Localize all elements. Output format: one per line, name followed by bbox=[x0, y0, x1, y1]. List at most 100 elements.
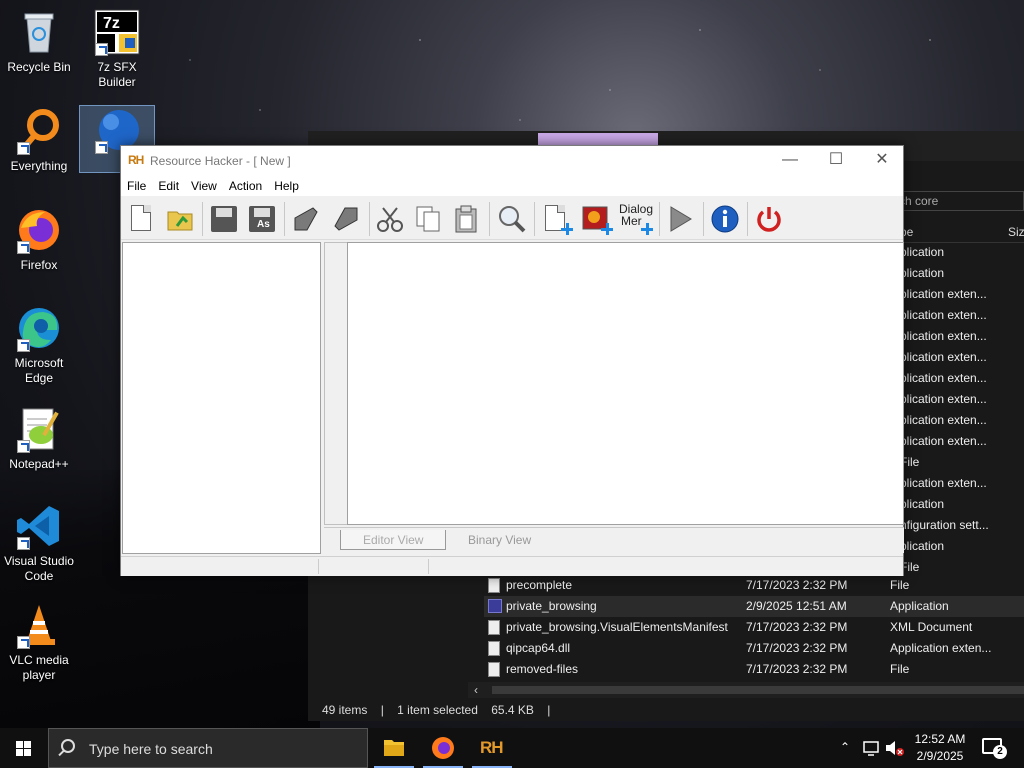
open-folder-icon bbox=[167, 211, 193, 231]
shortcut-arrow-icon bbox=[17, 537, 30, 550]
copy-button[interactable] bbox=[413, 204, 443, 234]
explorer-search-box[interactable]: rch core bbox=[888, 191, 1024, 211]
toolbar-separator bbox=[202, 202, 203, 236]
menu-help[interactable]: Help bbox=[268, 176, 305, 193]
close-button[interactable]: ✕ bbox=[859, 146, 905, 176]
resource-tree-panel[interactable] bbox=[122, 242, 321, 554]
status-segment bbox=[319, 559, 429, 574]
editor-area[interactable] bbox=[347, 242, 904, 525]
paste-button[interactable] bbox=[451, 204, 481, 234]
toolbar: As Dialog Mer bbox=[121, 196, 903, 240]
minimize-button[interactable]: — bbox=[767, 146, 813, 176]
table-row[interactable]: qipcap64.dll 7/17/2023 2:32 PM Applicati… bbox=[484, 638, 1024, 659]
shortcut-arrow-icon bbox=[17, 339, 30, 352]
chevron-left-icon[interactable]: ‹ bbox=[474, 683, 478, 697]
save-as-button[interactable]: As bbox=[247, 204, 277, 234]
table-row[interactable]: precomplete 7/17/2023 2:32 PM File bbox=[484, 575, 1024, 596]
desktop-icon-label: Microsoft Edge bbox=[14, 356, 64, 385]
tab-binary-view[interactable]: Binary View bbox=[446, 530, 553, 550]
plus-icon bbox=[601, 223, 613, 235]
forward-button[interactable] bbox=[331, 204, 361, 234]
desktop-icon-firefox[interactable]: Firefox bbox=[1, 206, 77, 273]
network-icon bbox=[863, 741, 879, 756]
dialog-merger-label-2: Mer bbox=[621, 214, 642, 228]
column-header-size[interactable]: Siz bbox=[1008, 225, 1024, 239]
toolbar-separator bbox=[534, 202, 535, 236]
volume-tray-icon[interactable] bbox=[883, 728, 905, 768]
type-cell: plication exten... bbox=[900, 350, 987, 364]
explorer-status-bar: 49 items | 1 item selected 65.4 KB | bbox=[308, 699, 1024, 721]
taskbar-file-explorer[interactable] bbox=[370, 728, 418, 768]
menu-action[interactable]: Action bbox=[223, 176, 268, 193]
scissors-icon bbox=[377, 207, 403, 232]
xml-file-icon bbox=[488, 620, 500, 635]
desktop-icon-label: Visual Studio Code bbox=[4, 554, 74, 583]
shortcut-arrow-icon bbox=[95, 43, 108, 56]
taskbar-resource-hacker[interactable]: RH bbox=[468, 728, 516, 768]
type-cell: plication bbox=[900, 266, 945, 280]
menu-file[interactable]: File bbox=[121, 176, 152, 193]
start-button[interactable] bbox=[0, 728, 48, 768]
new-button[interactable] bbox=[127, 204, 157, 234]
dll-file-icon bbox=[488, 641, 500, 656]
desktop-icon-label: 7z SFX Builder bbox=[97, 60, 137, 89]
type-cell: plication exten... bbox=[900, 392, 987, 406]
about-button[interactable] bbox=[710, 204, 740, 234]
add-image-button[interactable] bbox=[581, 204, 613, 235]
desktop-icon-7z-sfx-builder[interactable]: 7z 7z SFX Builder bbox=[79, 8, 155, 90]
scrollbar-thumb[interactable] bbox=[492, 686, 1024, 694]
vlc-icon bbox=[15, 601, 63, 649]
type-cell: nfiguration sett... bbox=[900, 518, 989, 532]
desktop-icon-vlc[interactable]: VLC media player bbox=[1, 601, 77, 683]
table-row[interactable]: removed-files 7/17/2023 2:32 PM File bbox=[484, 659, 1024, 680]
desktop-icon-recycle-bin[interactable]: Recycle Bin bbox=[1, 8, 77, 75]
cut-button[interactable] bbox=[375, 204, 405, 234]
clock-date: 2/9/2025 bbox=[916, 749, 964, 763]
shortcut-arrow-icon bbox=[17, 241, 30, 254]
taskbar-firefox[interactable] bbox=[419, 728, 467, 768]
network-tray-icon[interactable] bbox=[860, 728, 882, 768]
toolbar-separator bbox=[369, 202, 370, 236]
action-center-button[interactable]: 2 bbox=[982, 738, 1007, 759]
type-cell: plication exten... bbox=[900, 434, 987, 448]
maximize-button[interactable]: ☐ bbox=[813, 146, 859, 176]
explorer-horizontal-scrollbar[interactable]: ‹ bbox=[468, 682, 1024, 698]
type-cell: plication exten... bbox=[900, 308, 987, 322]
compile-run-button[interactable] bbox=[665, 204, 695, 234]
save-button[interactable] bbox=[209, 204, 239, 234]
status-item-count: 49 items bbox=[322, 703, 368, 717]
find-button[interactable] bbox=[497, 204, 527, 234]
toolbar-separator bbox=[703, 202, 704, 236]
tab-editor-view[interactable]: Editor View bbox=[340, 530, 447, 550]
desktop-icon-notepadpp[interactable]: Notepad++ bbox=[1, 405, 77, 472]
edge-icon bbox=[15, 304, 63, 352]
resource-hacker-icon: RH bbox=[480, 738, 504, 757]
toolbar-separator bbox=[659, 202, 660, 236]
menu-view[interactable]: View bbox=[185, 176, 223, 193]
taskbar-search-box[interactable]: Type here to search bbox=[48, 728, 368, 768]
desktop-icon-everything[interactable]: Everything bbox=[1, 107, 77, 174]
dialog-merger-button[interactable]: Dialog Mer bbox=[619, 203, 653, 235]
open-button[interactable] bbox=[165, 204, 195, 234]
taskbar: Type here to search RH ⌃ 12:52 AM 2/9/20… bbox=[0, 728, 1024, 768]
title-bar[interactable]: RH Resource Hacker - [ New ] — ☐ ✕ bbox=[121, 146, 903, 176]
desktop-icon-microsoft-edge[interactable]: Microsoft Edge bbox=[1, 304, 77, 386]
shortcut-arrow-icon bbox=[17, 636, 30, 649]
shortcut-arrow-icon bbox=[17, 142, 30, 155]
desktop-icon-vscode[interactable]: Visual Studio Code bbox=[1, 502, 77, 584]
back-button[interactable] bbox=[291, 204, 321, 234]
table-row[interactable]: private_browsing 2/9/2025 12:51 AM Appli… bbox=[484, 596, 1024, 617]
system-clock[interactable]: 12:52 AM 2/9/2025 bbox=[905, 731, 975, 765]
menu-edit[interactable]: Edit bbox=[152, 176, 185, 193]
file-icon bbox=[488, 578, 500, 593]
add-resource-button[interactable] bbox=[541, 204, 573, 235]
show-hidden-icons-button[interactable]: ⌃ bbox=[836, 728, 858, 768]
exit-button[interactable] bbox=[754, 204, 784, 234]
desktop-icon-label: Recycle Bin bbox=[7, 60, 71, 74]
file-icon bbox=[488, 662, 500, 677]
window-title: Resource Hacker - [ New ] bbox=[150, 154, 291, 168]
table-row[interactable]: private_browsing.VisualElementsManifest … bbox=[484, 617, 1024, 638]
resource-hacker-window: RH Resource Hacker - [ New ] — ☐ ✕ File E… bbox=[120, 145, 904, 576]
toolbar-separator bbox=[284, 202, 285, 236]
notepadpp-icon bbox=[15, 405, 63, 453]
